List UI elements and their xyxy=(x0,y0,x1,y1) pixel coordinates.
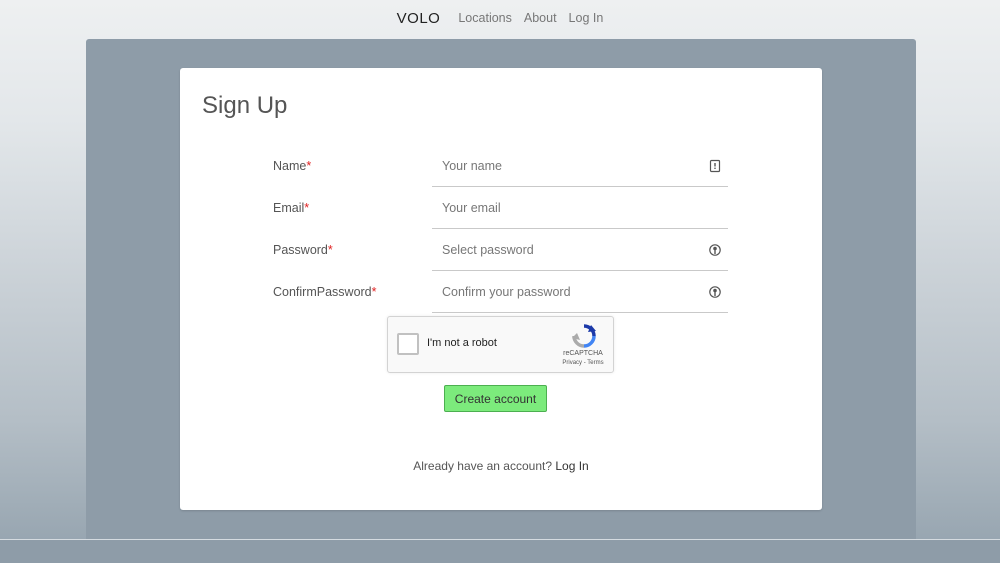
confirm-password-field-wrapper xyxy=(432,273,728,313)
recaptcha-label: I'm not a robot xyxy=(427,337,497,349)
name-field-wrapper xyxy=(432,147,728,187)
required-mark: * xyxy=(371,285,377,299)
form-row-confirm-password: ConfirmPassword* xyxy=(180,271,822,313)
required-mark: * xyxy=(306,159,312,173)
password-input[interactable] xyxy=(432,231,728,269)
nav-link-login[interactable]: Log In xyxy=(569,11,604,25)
login-link[interactable]: Log In xyxy=(555,459,588,473)
recaptcha-brand: reCAPTCHA xyxy=(563,350,603,357)
password-key-icon[interactable] xyxy=(708,285,722,299)
label-text: Name xyxy=(273,159,307,173)
label-text: Email xyxy=(273,201,305,215)
footer-band xyxy=(0,539,1000,563)
name-input[interactable] xyxy=(432,147,728,185)
recaptcha-widget: I'm not a robot reCAPTCHA Privacy - Term… xyxy=(387,316,614,373)
form-row-name: Name* xyxy=(180,145,822,187)
email-field-wrapper xyxy=(432,189,728,229)
label-text: Password xyxy=(273,243,328,257)
required-mark: * xyxy=(304,201,310,215)
login-prompt-text: Already have an account? xyxy=(413,459,553,473)
field-label-confirm-password: ConfirmPassword* xyxy=(273,271,377,313)
recaptcha-logo-icon xyxy=(572,324,596,348)
confirm-password-input[interactable] xyxy=(432,273,728,311)
nav-link-about[interactable]: About xyxy=(524,11,557,25)
login-prompt: Already have an account? Log In xyxy=(180,459,822,473)
field-label-email: Email* xyxy=(273,187,309,229)
password-field-wrapper xyxy=(432,231,728,271)
email-input[interactable] xyxy=(432,189,728,227)
create-account-button[interactable]: Create account xyxy=(444,385,547,412)
signup-card: Sign Up Name* Email* Password* xyxy=(180,68,822,510)
nav-link-locations[interactable]: Locations xyxy=(458,11,512,25)
brand-logo[interactable]: VOLO xyxy=(397,10,441,27)
field-label-password: Password* xyxy=(273,229,333,271)
required-mark: * xyxy=(327,243,333,257)
password-key-icon[interactable] xyxy=(708,243,722,257)
contact-card-icon[interactable] xyxy=(708,159,722,173)
field-label-name: Name* xyxy=(273,145,311,187)
form-row-password: Password* xyxy=(180,229,822,271)
top-navbar: VOLO Locations About Log In xyxy=(0,0,1000,36)
label-text: ConfirmPassword xyxy=(273,285,372,299)
recaptcha-privacy-terms[interactable]: Privacy - Terms xyxy=(553,360,613,366)
page-title: Sign Up xyxy=(202,92,288,119)
recaptcha-checkbox[interactable] xyxy=(397,333,419,355)
form-row-email: Email* xyxy=(180,187,822,229)
